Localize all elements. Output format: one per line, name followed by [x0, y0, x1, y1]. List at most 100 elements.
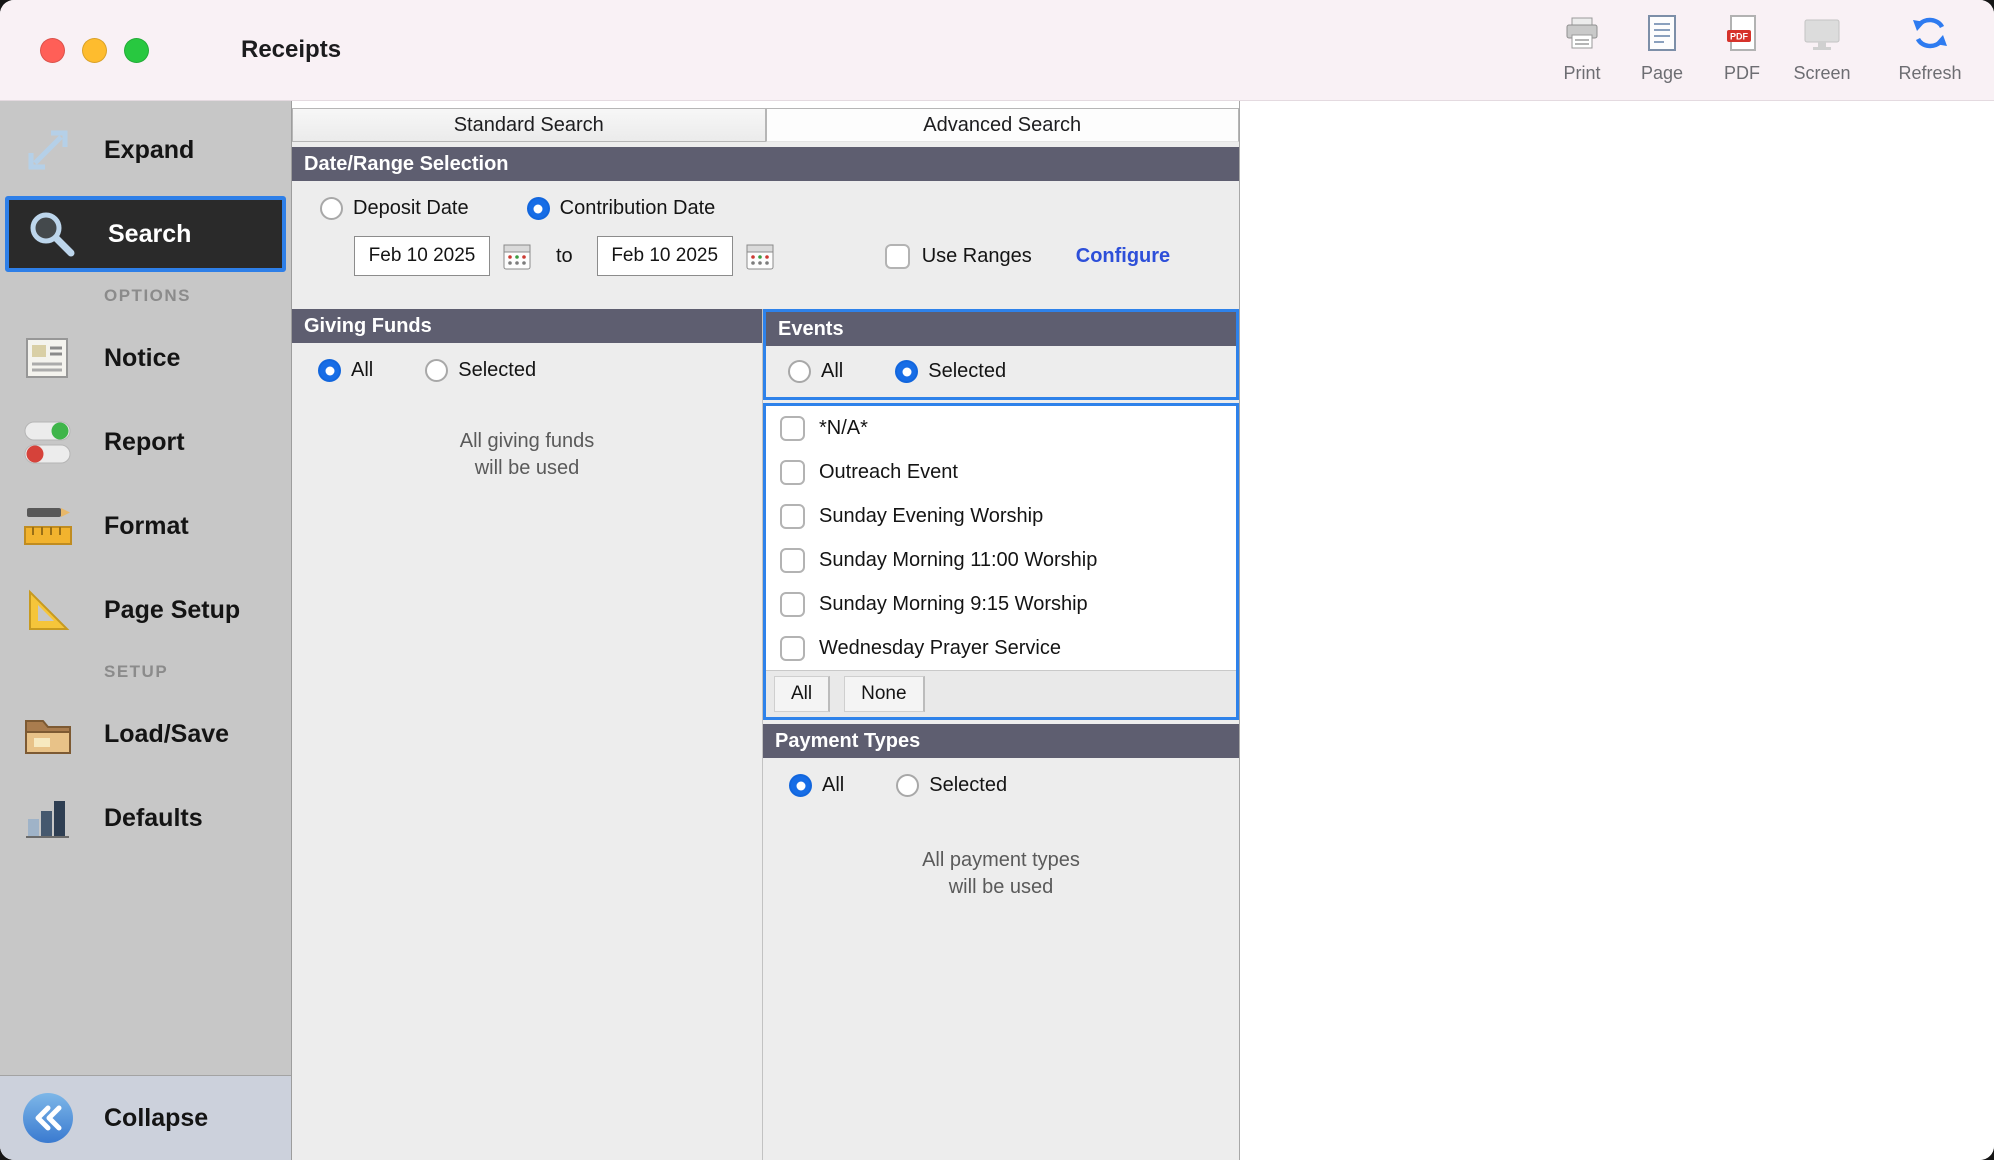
- collapse-icon: [16, 1091, 80, 1145]
- search-icon: [20, 207, 84, 261]
- search-columns: Giving Funds All Selected All giving fun…: [292, 309, 1239, 1160]
- radio-circle: [425, 359, 448, 382]
- events-list-actions: All None: [766, 670, 1236, 717]
- report-toggles-icon: [16, 415, 80, 469]
- print-label: Print: [1563, 63, 1600, 84]
- page-label: Page: [1641, 63, 1683, 84]
- date-range-body: Deposit Date Contribution Date: [292, 181, 1239, 309]
- event-label: *N/A*: [819, 417, 868, 440]
- minimize-window-button[interactable]: [82, 38, 107, 63]
- sidebar-item-expand[interactable]: Expand: [0, 108, 291, 192]
- event-checkbox[interactable]: [780, 504, 805, 529]
- refresh-label: Refresh: [1898, 63, 1961, 84]
- radio-circle: [895, 360, 918, 383]
- sidebar-item-format[interactable]: Format: [0, 484, 291, 568]
- events-section: Events All Selected: [763, 309, 1239, 400]
- date-to-input[interactable]: [597, 236, 733, 276]
- page-setup-icon: [16, 583, 80, 637]
- close-window-button[interactable]: [40, 38, 65, 63]
- event-label: Sunday Morning 9:15 Worship: [819, 593, 1088, 616]
- event-checkbox[interactable]: [780, 592, 805, 617]
- event-label: Outreach Event: [819, 461, 958, 484]
- events-select-all-button[interactable]: All: [774, 676, 830, 712]
- configure-link[interactable]: Configure: [1076, 245, 1170, 268]
- event-checkbox[interactable]: [780, 548, 805, 573]
- radio-circle: [789, 774, 812, 797]
- contribution-date-label: Contribution Date: [560, 197, 716, 220]
- radio-circle: [318, 359, 341, 382]
- payment-types-header: Payment Types: [763, 724, 1239, 758]
- sidebar-item-search[interactable]: Search: [5, 196, 286, 272]
- zoom-window-button[interactable]: [124, 38, 149, 63]
- toolbar: Print Page: [1542, 14, 1970, 84]
- page-button[interactable]: Page: [1622, 14, 1702, 84]
- payment-types-note: All payment types will be used: [763, 847, 1239, 901]
- event-checkbox[interactable]: [780, 460, 805, 485]
- sidebar-item-label: Search: [108, 220, 191, 249]
- event-list-item[interactable]: Sunday Evening Worship: [766, 494, 1236, 538]
- payment-types-selected-radio[interactable]: Selected: [896, 774, 1007, 797]
- receipts-window: Receipts Print: [0, 0, 1994, 1160]
- giving-funds-selected-radio[interactable]: Selected: [425, 359, 536, 382]
- payment-types-all-radio[interactable]: All: [789, 774, 844, 797]
- events-all-label: All: [821, 360, 843, 383]
- giving-funds-all-radio[interactable]: All: [318, 359, 373, 382]
- use-ranges-checkbox[interactable]: Use Ranges: [885, 244, 1032, 269]
- screen-label: Screen: [1793, 63, 1850, 84]
- radio-circle: [527, 197, 550, 220]
- sidebar-item-load-save[interactable]: Load/Save: [0, 692, 291, 776]
- search-tabs: Standard Search Advanced Search: [292, 100, 1239, 142]
- refresh-button[interactable]: Refresh: [1890, 14, 1970, 84]
- events-all-radio[interactable]: All: [788, 360, 843, 383]
- tab-advanced-search[interactable]: Advanced Search: [766, 108, 1240, 142]
- expand-icon: [16, 123, 80, 177]
- sidebar-section-setup: SETUP: [0, 652, 291, 692]
- sidebar-item-label: Notice: [104, 344, 180, 373]
- giving-funds-section: Giving Funds All Selected All giving fun…: [292, 309, 763, 1160]
- events-selected-radio[interactable]: Selected: [895, 360, 1006, 383]
- format-icon: [16, 499, 80, 553]
- refresh-icon: [1910, 14, 1950, 57]
- to-label: to: [556, 245, 573, 268]
- event-list-item[interactable]: *N/A*: [766, 406, 1236, 450]
- page-icon: [1645, 14, 1679, 57]
- sidebar-item-defaults[interactable]: Defaults: [0, 776, 291, 860]
- calendar-picker-to-button[interactable]: [745, 241, 775, 271]
- sidebar-section-options: OPTIONS: [0, 276, 291, 316]
- giving-funds-note: All giving funds will be used: [292, 428, 762, 482]
- event-label: Sunday Morning 11:00 Worship: [819, 549, 1097, 572]
- checkbox-box: [885, 244, 910, 269]
- calendar-icon: [502, 241, 532, 271]
- calendar-picker-from-button[interactable]: [502, 241, 532, 271]
- report-preview-panel: [1241, 100, 1994, 1160]
- tab-standard-search[interactable]: Standard Search: [292, 108, 766, 142]
- events-listbox: *N/A* Outreach Event Sunday Evening Wors…: [763, 403, 1239, 720]
- date-from-input[interactable]: [354, 236, 490, 276]
- sidebar: Expand Search OPTIONS: [0, 100, 292, 1160]
- print-button[interactable]: Print: [1542, 16, 1622, 84]
- event-list-item[interactable]: Sunday Morning 11:00 Worship: [766, 538, 1236, 582]
- giving-funds-all-label: All: [351, 359, 373, 382]
- notice-icon: [16, 331, 80, 385]
- screen-button[interactable]: Screen: [1782, 16, 1862, 84]
- search-panel: Standard Search Advanced Search Date/Ran…: [292, 100, 1240, 1160]
- event-list-item[interactable]: Sunday Morning 9:15 Worship: [766, 582, 1236, 626]
- event-checkbox[interactable]: [780, 416, 805, 441]
- sidebar-item-page-setup[interactable]: Page Setup: [0, 568, 291, 652]
- sidebar-item-label: Collapse: [104, 1104, 208, 1133]
- sidebar-item-notice[interactable]: Notice: [0, 316, 291, 400]
- sidebar-item-report[interactable]: Report: [0, 400, 291, 484]
- use-ranges-label: Use Ranges: [922, 245, 1032, 268]
- sidebar-item-label: Expand: [104, 136, 194, 165]
- event-checkbox[interactable]: [780, 636, 805, 661]
- events-list: *N/A* Outreach Event Sunday Evening Wors…: [766, 406, 1236, 670]
- events-payment-column: Events All Selected: [763, 309, 1239, 1160]
- contribution-date-radio[interactable]: Contribution Date: [527, 197, 716, 220]
- events-select-none-button[interactable]: None: [844, 676, 924, 712]
- sidebar-item-label: Defaults: [104, 804, 203, 833]
- deposit-date-radio[interactable]: Deposit Date: [320, 197, 469, 220]
- event-list-item[interactable]: Outreach Event: [766, 450, 1236, 494]
- pdf-button[interactable]: PDF PDF: [1702, 14, 1782, 84]
- sidebar-item-collapse[interactable]: Collapse: [0, 1075, 291, 1160]
- event-list-item[interactable]: Wednesday Prayer Service: [766, 626, 1236, 670]
